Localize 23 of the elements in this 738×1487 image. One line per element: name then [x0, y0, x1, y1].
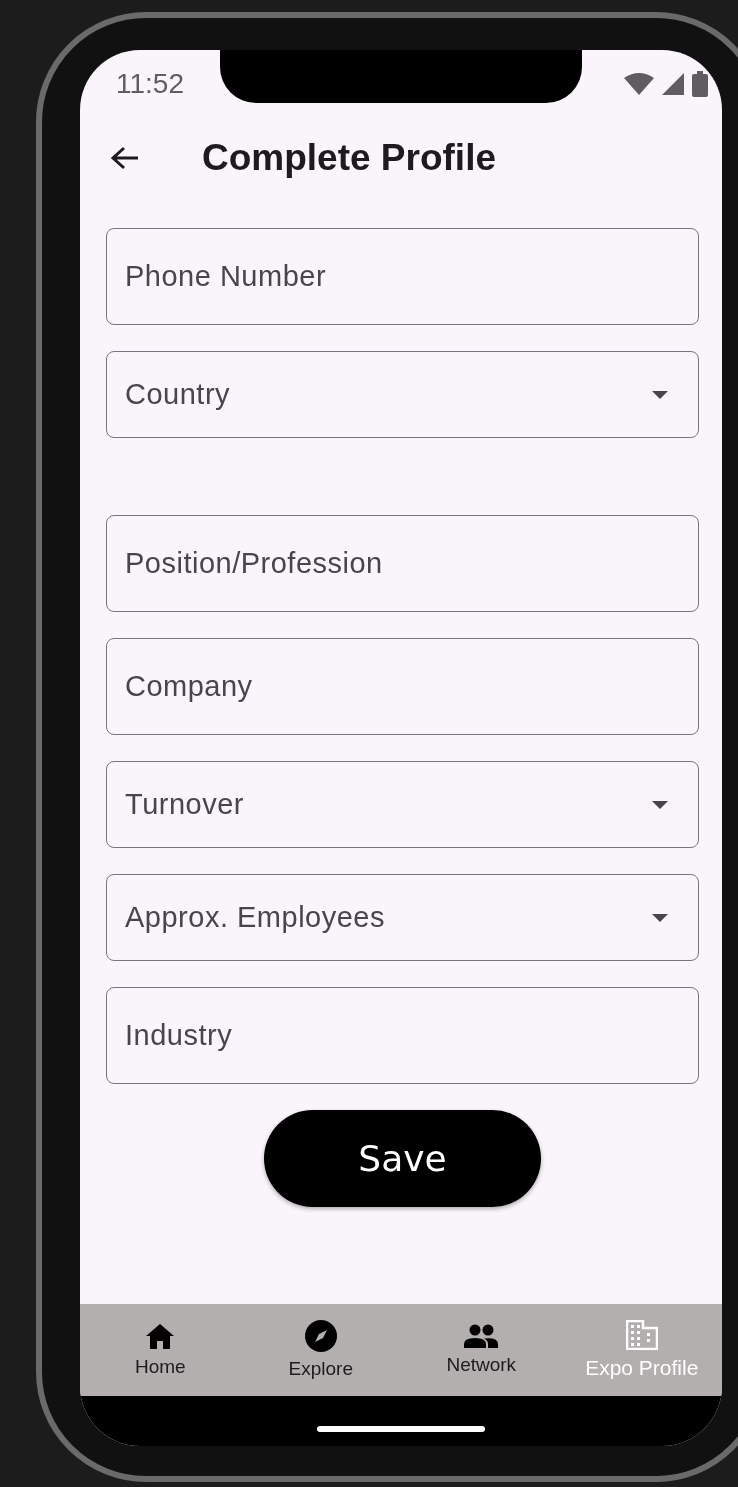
dropdown-caret-icon — [652, 800, 668, 809]
nav-tab[interactable]: Explore — [240, 1304, 401, 1396]
save-button[interactable]: Save — [264, 1110, 541, 1207]
people-icon — [463, 1324, 500, 1348]
dropdown-field[interactable]: Approx. Employees — [106, 874, 699, 961]
nav-tab[interactable]: Network — [401, 1304, 562, 1396]
dropdown-field[interactable]: Turnover — [106, 761, 699, 848]
signal-icon — [662, 73, 684, 95]
battery-icon — [692, 71, 708, 97]
dropdown-caret-icon — [652, 390, 668, 399]
nav-tab[interactable]: Home — [80, 1304, 241, 1396]
compass-icon — [304, 1320, 337, 1352]
text-input-field[interactable]: Phone Number — [106, 228, 699, 325]
text-input-field[interactable]: Position/Profession — [106, 515, 699, 612]
status-time: 11:52 — [116, 68, 184, 100]
wifi-icon — [624, 73, 654, 95]
dropdown-caret-icon — [652, 913, 668, 922]
text-input-field[interactable]: Company — [106, 638, 699, 735]
dropdown-field[interactable]: Country — [106, 351, 699, 438]
page-title: Complete Profile — [202, 137, 496, 179]
building-icon — [625, 1320, 658, 1350]
home-icon — [145, 1322, 176, 1350]
text-input-field[interactable]: Industry — [106, 987, 699, 1084]
